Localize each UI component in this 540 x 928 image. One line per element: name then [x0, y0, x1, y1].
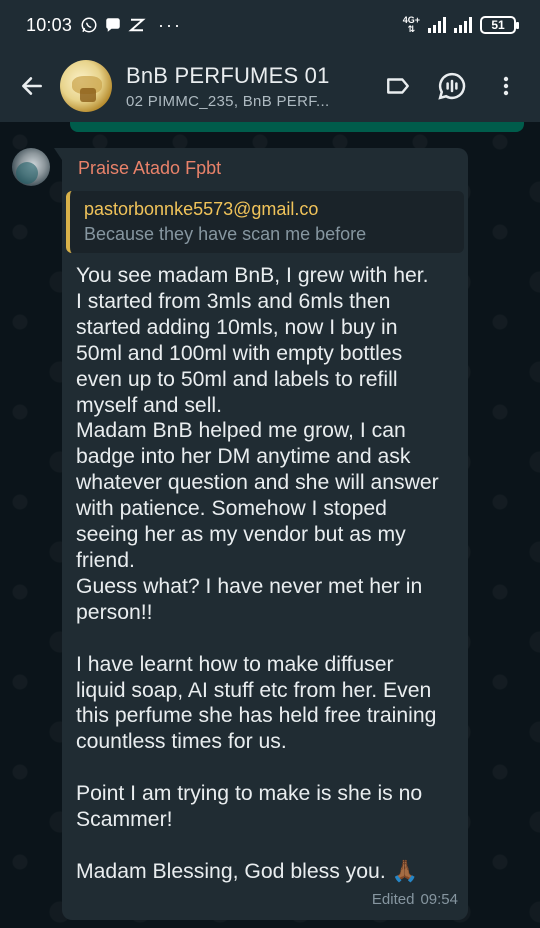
more-vertical-icon	[503, 76, 509, 96]
message-author[interactable]: Praise Atado Fpbt	[78, 158, 454, 179]
group-members: 02 PIMMC_235, BnB PERF...	[126, 92, 330, 110]
message-line: Scammer!	[76, 808, 173, 832]
message-line: even up to 50ml and labels to refill	[76, 367, 398, 391]
message-line: You see madam BnB, I grew with her.	[76, 264, 429, 287]
more-notifications-icon: ···	[158, 14, 183, 35]
message-line: 50ml and 100ml with empty bottles	[76, 341, 403, 365]
message-time: 09:54	[420, 890, 458, 908]
system-indicators: 4G+ ⇅ 51	[402, 15, 519, 34]
battery-icon: 51	[480, 16, 519, 34]
status-time: 10:03	[26, 14, 73, 35]
message-line: Point I am trying to make is she is no	[76, 782, 423, 806]
message-line: badge into her DM anytime and ask	[76, 445, 411, 469]
message-line: I have learnt how to make diffuser	[76, 652, 394, 676]
signal-icon-2	[454, 17, 472, 33]
signal-icon-1	[428, 17, 446, 33]
network-type-icon: 4G+ ⇅	[402, 15, 420, 34]
message-line	[76, 626, 454, 652]
link-notification-icon	[128, 18, 146, 32]
group-avatar[interactable]	[60, 60, 112, 112]
message-line: myself and sell.	[76, 393, 223, 417]
chat-area[interactable]: Praise Atado Fpbt pastorbonnke5573@gmail…	[0, 122, 540, 928]
label-button[interactable]	[382, 70, 414, 102]
message-line	[76, 755, 454, 781]
message-line: started adding 10mls, now I buy in	[76, 315, 398, 339]
whatsapp-notification-icon	[81, 17, 97, 33]
message-line: liquid soap, AI stuff etc from her. Even	[76, 678, 432, 702]
message-line: Madam Blessing, God bless you. 🙏🏾	[76, 859, 418, 883]
chat-title-area[interactable]: BnB PERFUMES 01 02 PIMMC_235, BnB PERF..…	[126, 63, 382, 110]
status-bar: 10:03 ··· 4G+ ⇅ 51	[0, 0, 540, 50]
quoted-message[interactable]: pastorbonnke5573@gmail.co Because they h…	[66, 191, 464, 253]
message-line: I started from 3mls and 6mls then	[76, 289, 391, 313]
notification-icons	[80, 16, 146, 34]
message-line: person!!	[76, 600, 153, 624]
message-text: You see madam BnB, I grew with her. I sta…	[76, 263, 454, 885]
message-line: seeing her as my vendor but as my	[76, 523, 406, 547]
quoted-text: Because they have scan me before	[84, 224, 367, 244]
voice-chat-icon	[438, 72, 466, 100]
message-line: friend.	[76, 548, 135, 572]
chat-header: BnB PERFUMES 01 02 PIMMC_235, BnB PERF..…	[0, 50, 540, 122]
back-button[interactable]	[12, 66, 52, 106]
edited-label: Edited	[371, 890, 415, 908]
arrow-left-icon	[22, 77, 42, 95]
message-meta: Edited 09:54	[76, 891, 458, 908]
message-bubble[interactable]: Praise Atado Fpbt pastorbonnke5573@gmail…	[54, 148, 468, 920]
voice-chat-button[interactable]	[436, 70, 468, 102]
message-line: with patience. Somehow I stoped	[76, 497, 387, 521]
header-actions	[382, 70, 522, 102]
message-line: whatever question and she will answer	[76, 471, 439, 495]
label-tag-icon	[387, 78, 409, 94]
quoted-author: pastorbonnke5573@gmail.co	[84, 199, 319, 219]
message-line: this perfume she has held free training	[76, 704, 437, 728]
chat-bubble-icon	[106, 18, 120, 32]
previous-message-bubble[interactable]	[70, 122, 524, 132]
message-line: countless times for us.	[76, 730, 287, 754]
message-line	[76, 833, 454, 859]
group-name: BnB PERFUMES 01	[126, 62, 330, 88]
message-line: Guess what? I have never met her in	[76, 574, 423, 598]
message-line: Madam BnB helped me grow, I can	[76, 419, 406, 443]
sender-avatar[interactable]	[12, 148, 50, 186]
menu-button[interactable]	[490, 70, 522, 102]
